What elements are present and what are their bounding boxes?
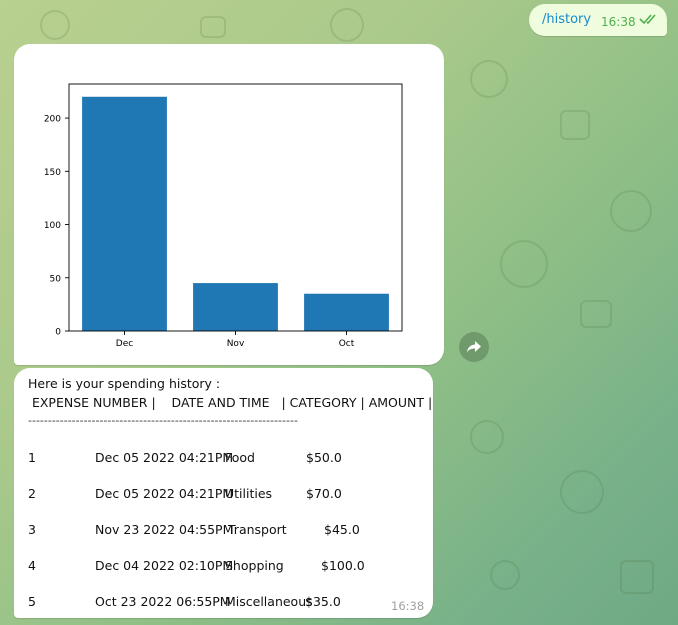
y-tick-label: 150	[44, 168, 61, 178]
chart-message[interactable]: 0 50 100 150 200 Dec Nov Oct	[14, 44, 444, 365]
expense-category: Food	[225, 450, 255, 465]
outgoing-message[interactable]: /history 16:38	[529, 4, 667, 36]
background-doodle	[580, 300, 612, 328]
y-tick-label: 0	[55, 328, 61, 338]
background-doodle	[560, 110, 590, 140]
background-doodle	[560, 470, 604, 514]
expense-category: Shopping	[225, 558, 284, 573]
history-divider: ----------------------------------------…	[28, 414, 298, 427]
chart-bar	[193, 283, 278, 331]
expense-date: Nov 23 2022 04:55PM	[95, 522, 234, 537]
double-check-icon	[639, 14, 656, 25]
expense-number: 4	[28, 558, 36, 573]
background-doodle	[490, 560, 520, 590]
x-tick-label: Dec	[116, 339, 133, 349]
expense-number: 5	[28, 594, 36, 609]
history-header: EXPENSE NUMBER | DATE AND TIME | CATEGOR…	[28, 395, 433, 410]
background-doodle	[200, 16, 226, 38]
background-doodle	[40, 10, 70, 40]
background-doodle	[610, 190, 652, 232]
expense-number: 1	[28, 450, 36, 465]
outgoing-message-text: /history	[542, 12, 592, 27]
expense-category: Transport	[228, 522, 287, 537]
y-tick-label: 100	[44, 221, 61, 231]
expense-date: Dec 04 2022 02:10PM	[95, 558, 234, 573]
forward-button[interactable]	[459, 332, 489, 362]
history-message-time: 16:38	[391, 599, 425, 613]
expense-amount: $70.0	[306, 486, 342, 501]
x-tick-label: Nov	[227, 339, 245, 349]
y-tick-label: 200	[44, 115, 61, 125]
background-doodle	[330, 8, 364, 42]
expense-number: 2	[28, 486, 36, 501]
expense-date: Dec 05 2022 04:21PM	[95, 486, 234, 501]
bar-chart: 0 50 100 150 200 Dec Nov Oct	[44, 83, 403, 349]
expense-amount: $35.0	[305, 594, 341, 609]
expense-date: Dec 05 2022 04:21PM	[95, 450, 234, 465]
expense-category: Miscellaneous	[225, 594, 313, 609]
expense-amount: $45.0	[324, 522, 360, 537]
background-doodle	[620, 560, 654, 594]
background-doodle	[470, 420, 504, 454]
history-intro: Here is your spending history :	[28, 376, 221, 391]
x-tick-label: Oct	[339, 339, 355, 349]
share-arrow-icon	[467, 341, 481, 353]
expense-category: Utilities	[225, 486, 273, 501]
chart-bar	[82, 96, 167, 331]
background-doodle	[470, 60, 508, 98]
expense-number: 3	[28, 522, 36, 537]
expense-amount: $50.0	[306, 450, 342, 465]
chart-bar	[304, 293, 389, 331]
history-message[interactable]: Here is your spending history : EXPENSE …	[14, 368, 433, 618]
expense-amount: $100.0	[321, 558, 365, 573]
outgoing-message-time: 16:38	[601, 15, 636, 29]
y-tick-label: 50	[50, 274, 62, 284]
background-doodle	[500, 240, 548, 288]
expense-date: Oct 23 2022 06:55PM	[95, 594, 231, 609]
